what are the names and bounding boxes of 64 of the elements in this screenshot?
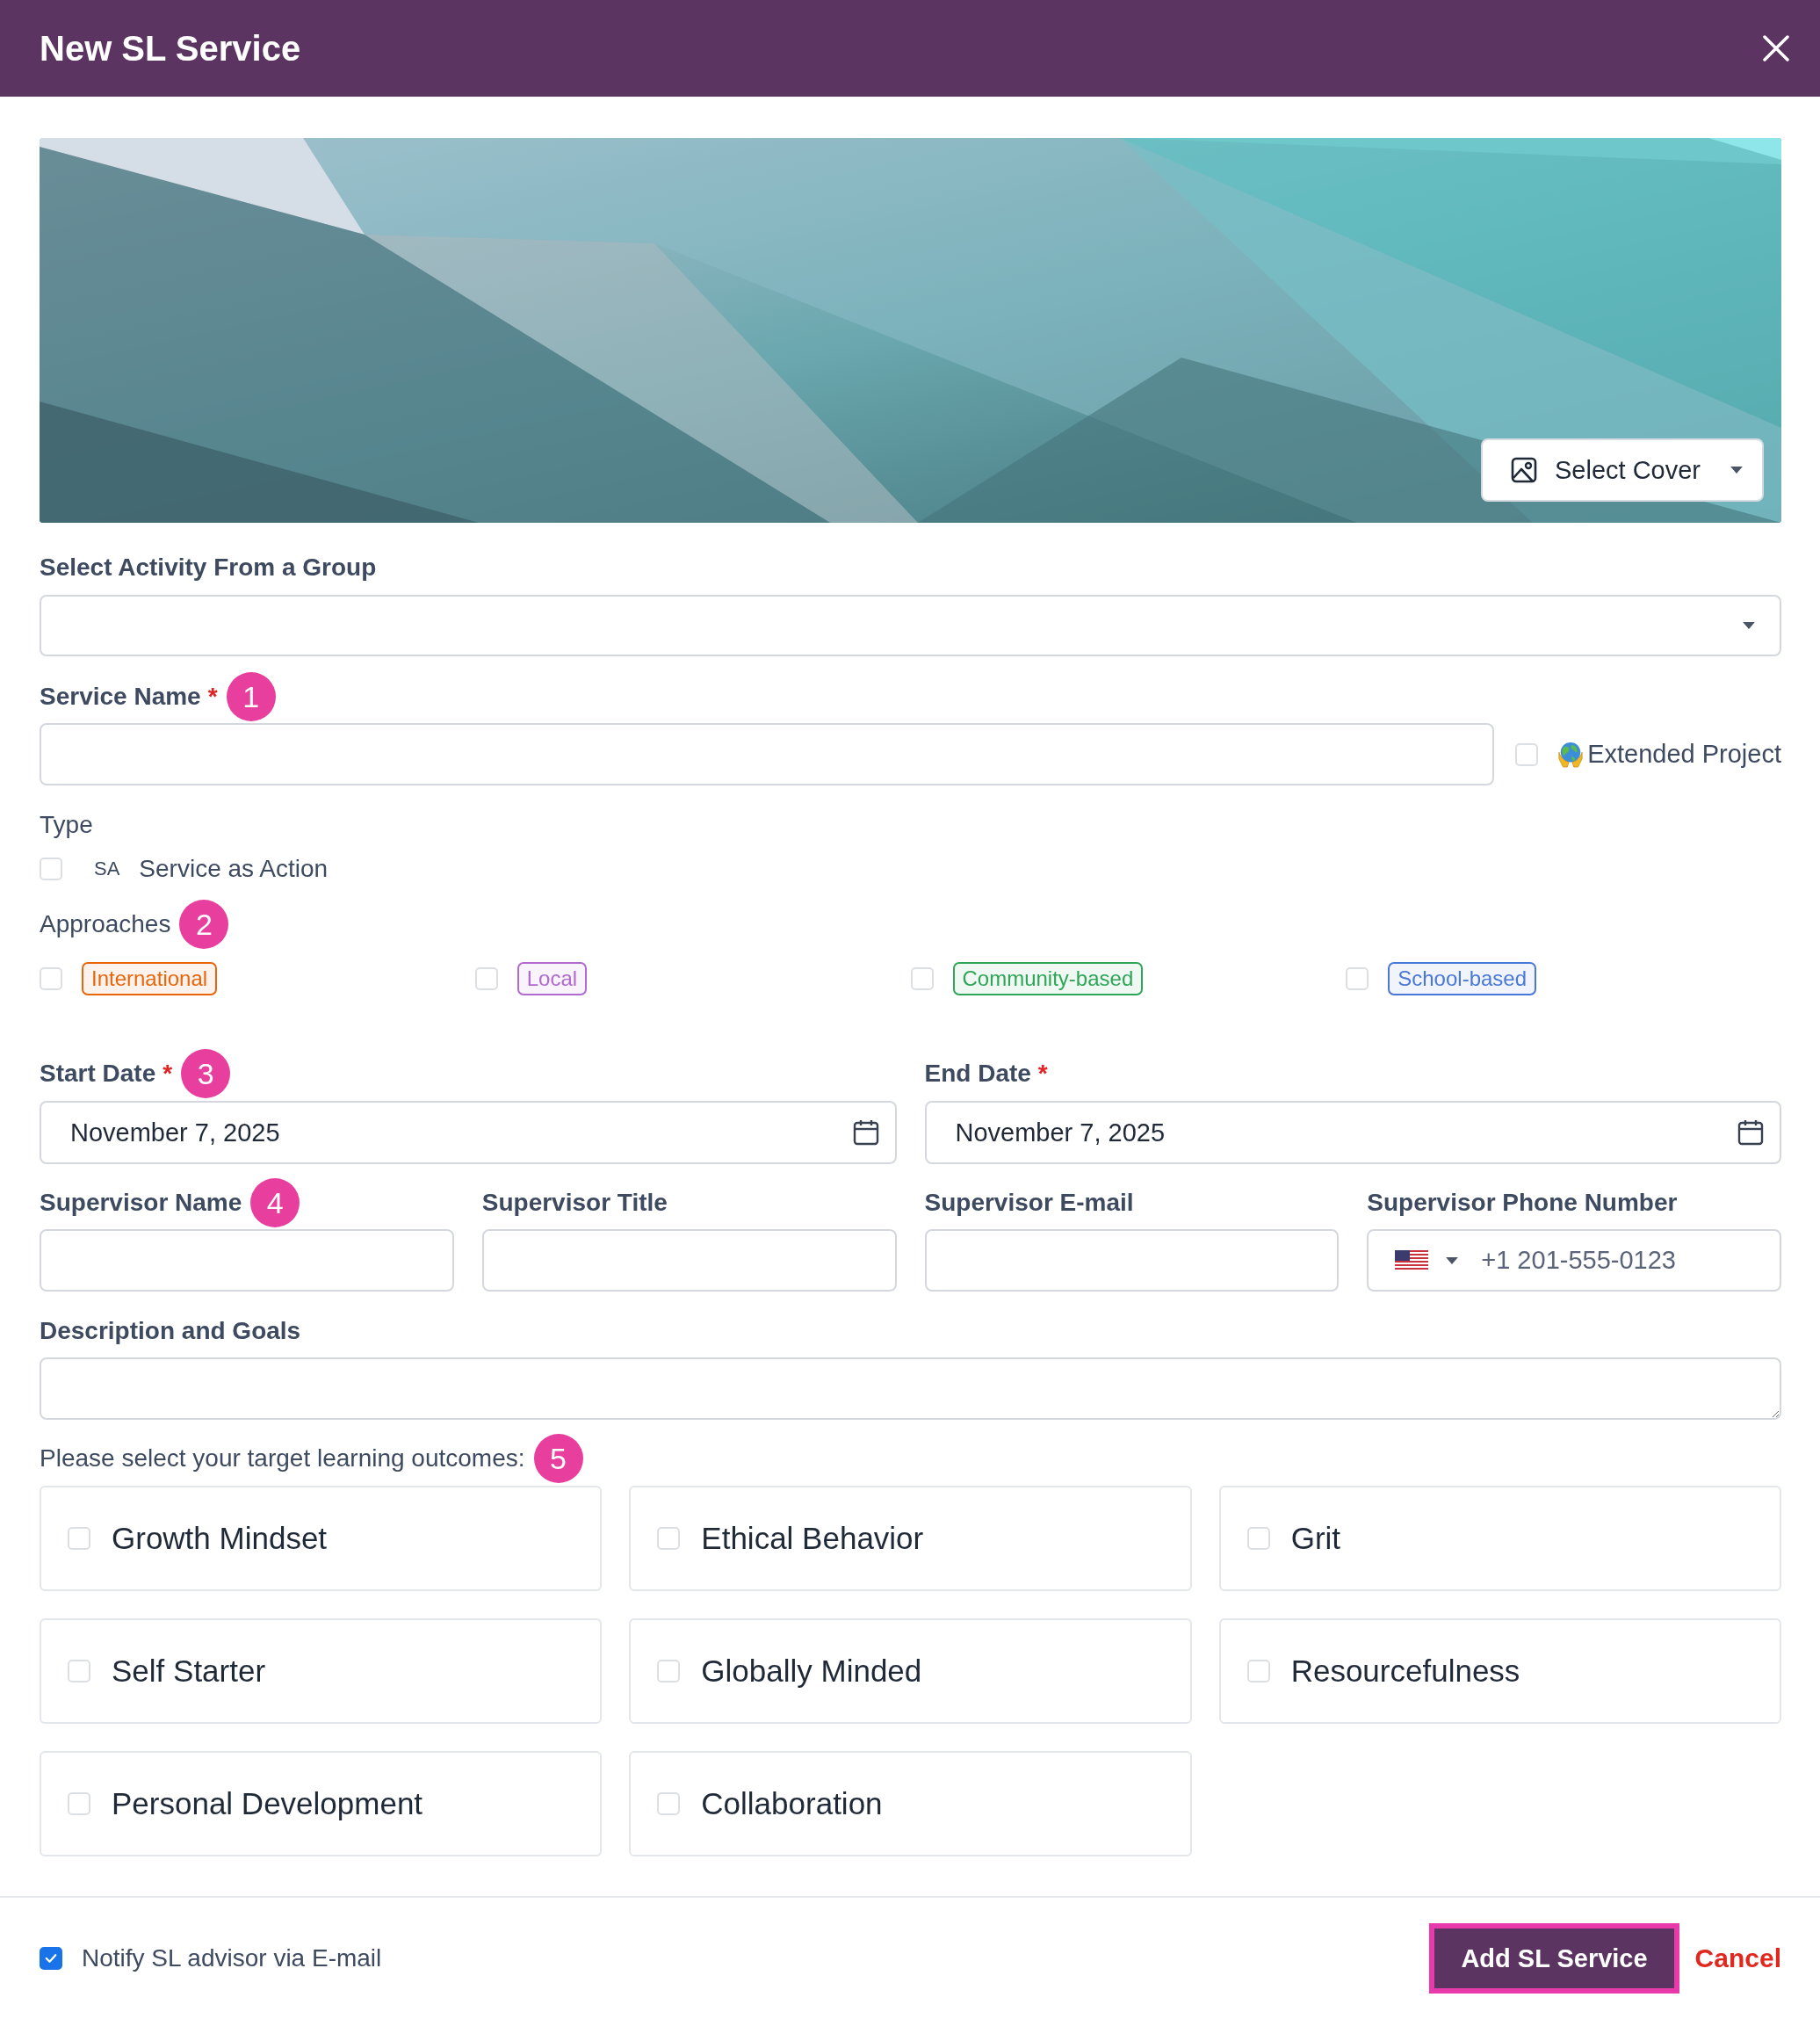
field-label: Supervisor Title <box>481 1188 668 1218</box>
outcome-label: Self Starter <box>112 1654 266 1689</box>
close-icon <box>1762 34 1790 62</box>
field-label: Supervisor E-mail <box>924 1188 1134 1218</box>
outcome-label: Growth Mindset <box>112 1521 328 1556</box>
text-field[interactable] <box>40 1229 454 1292</box>
field-label: Service Name <box>40 682 201 712</box>
field-label: Description and Goals <box>40 1316 302 1346</box>
description-field[interactable] <box>40 1357 1781 1420</box>
approach-tag: Community-based <box>952 962 1144 995</box>
image-icon <box>1511 457 1537 483</box>
prompt-text: Please select your target learning outcomes: <box>40 1444 525 1473</box>
outcome-card[interactable]: Resourcefulness <box>1218 1618 1781 1724</box>
field-label: Supervisor Name <box>40 1188 242 1218</box>
type-code: SA <box>94 858 120 880</box>
field-label: Select Activity From a Group <box>40 553 378 583</box>
activity-dropdown[interactable] <box>40 595 1781 656</box>
outcome-card[interactable]: Globally Minded <box>629 1618 1192 1724</box>
checkbox-label: Service as Action <box>139 854 329 884</box>
step-marker: 1 <box>226 672 276 721</box>
checkbox-label: Notify SL advisor via E-mail <box>82 1943 382 1973</box>
calendar-icon <box>1737 1119 1764 1146</box>
caret-icon <box>1743 622 1755 629</box>
field-label: Type <box>40 810 94 840</box>
step-marker: 5 <box>533 1434 583 1483</box>
calendar-icon <box>852 1119 879 1146</box>
text-field[interactable] <box>481 1229 897 1292</box>
service-name-field[interactable] <box>40 723 1495 785</box>
outcome-label: Globally Minded <box>701 1654 922 1689</box>
text-field[interactable] <box>924 1229 1340 1292</box>
outcome-card[interactable]: Ethical Behavior <box>629 1486 1192 1591</box>
outcome-card[interactable]: Personal Development <box>40 1751 603 1856</box>
outcome-card[interactable]: Growth Mindset <box>40 1486 603 1591</box>
date-field[interactable]: November 7, 2025 <box>924 1101 1781 1164</box>
required-mark: * <box>1037 1060 1048 1088</box>
outcome-card[interactable]: Grit <box>1218 1486 1781 1591</box>
phone-field[interactable]: +1 201-555-0123 <box>1367 1229 1781 1292</box>
outcome-label: Personal Development <box>112 1786 423 1821</box>
outcome-card[interactable]: Self Starter <box>40 1618 603 1724</box>
field-label: Approaches <box>40 909 171 939</box>
approach-tag: International <box>82 962 218 995</box>
outcome-label: Grit <box>1290 1521 1341 1556</box>
date-field[interactable]: November 7, 2025 <box>40 1101 897 1164</box>
select-cover-button[interactable]: Select Cover <box>1481 438 1764 502</box>
required-mark: * <box>162 1060 173 1088</box>
step-marker: 2 <box>179 900 229 949</box>
required-mark: * <box>207 683 218 711</box>
window-title: New SL Service <box>40 28 301 69</box>
field-label: Start Date <box>40 1059 156 1089</box>
outcome-label: Resourcefulness <box>1290 1654 1520 1689</box>
add-service-button[interactable]: Add SL Service <box>1429 1923 1679 1994</box>
checkbox-label: Extended Project <box>1587 740 1781 769</box>
approach-tag: School-based <box>1388 962 1536 995</box>
field-label: Supervisor Phone Number <box>1367 1188 1678 1218</box>
outcome-label: Collaboration <box>701 1786 883 1821</box>
field-label: End Date <box>924 1059 1031 1089</box>
outcome-label: Ethical Behavior <box>701 1521 924 1556</box>
caret-icon <box>1730 467 1743 474</box>
step-marker: 3 <box>181 1049 231 1098</box>
checkbox[interactable] <box>40 1947 62 1970</box>
outcome-card[interactable]: Collaboration <box>629 1751 1192 1856</box>
approach-tag: Local <box>516 962 588 995</box>
step-marker: 4 <box>250 1178 300 1227</box>
cancel-link[interactable]: Cancel <box>1694 1943 1781 1973</box>
